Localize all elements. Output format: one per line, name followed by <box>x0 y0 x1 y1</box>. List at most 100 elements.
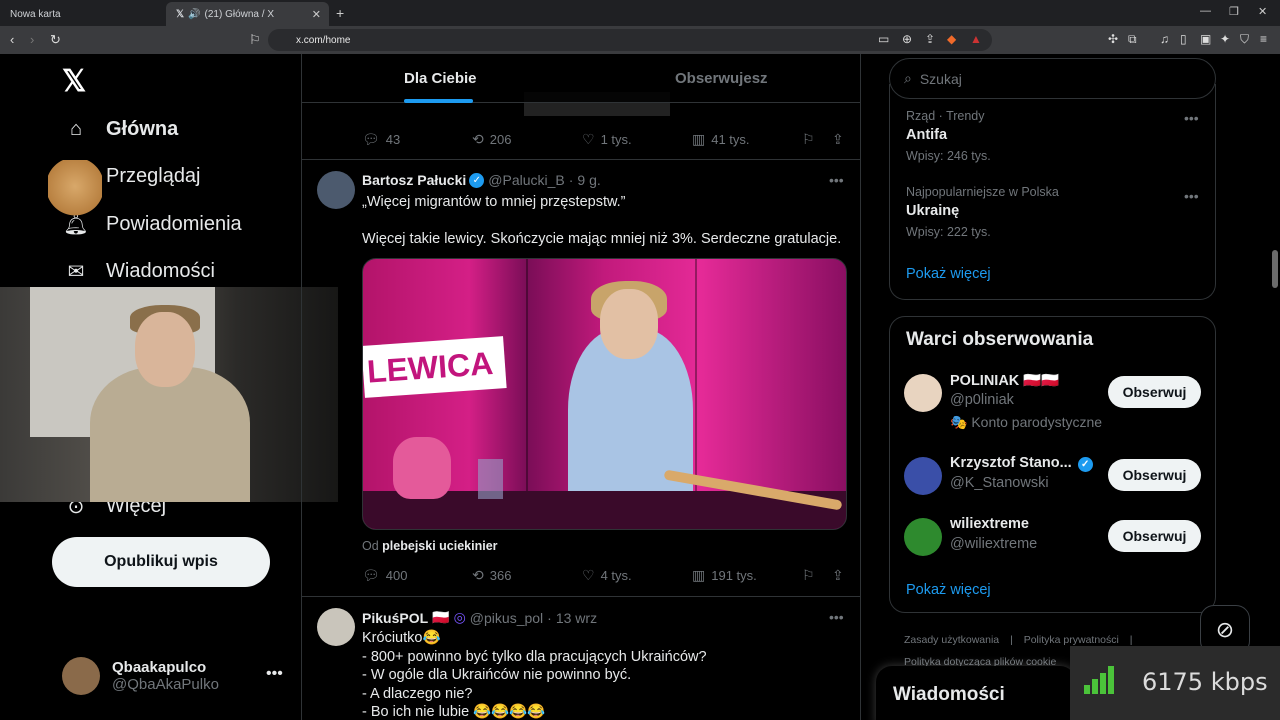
footer-links: Zasady użytkowania | Polityka prywatnośc… <box>904 634 1141 646</box>
screenshot-icon[interactable]: ⧉ <box>1128 32 1137 47</box>
tweet-text-line: - A dlaczego nie? <box>362 686 473 702</box>
views-button[interactable]: ▥ 191 tys. <box>692 567 802 584</box>
follow-button[interactable]: Obserwuj <box>1108 520 1201 552</box>
tweet-time[interactable]: 13 wrz <box>556 610 597 626</box>
signal-bars-icon <box>1084 666 1116 694</box>
zoom-icon[interactable]: ⊕ <box>902 32 912 46</box>
bookmark-button[interactable]: ⚐ <box>802 131 832 148</box>
follow-suggestion[interactable]: Krzysztof Stano... ✓ @K_Stanowski Obserwu… <box>904 455 1204 501</box>
nav-item-messages[interactable]: ✉ Wiadomości <box>62 259 215 284</box>
minimize-icon[interactable]: — <box>1200 5 1211 17</box>
tab-following[interactable]: Obserwujesz <box>675 70 768 87</box>
trend-item[interactable]: Najpopularniejsze w Polska Ukrainę Wpisy… <box>906 185 1059 239</box>
repost-button[interactable]: ⟲ 366 <box>472 567 582 584</box>
share-icon[interactable]: ⇪ <box>925 32 935 46</box>
reply-count: 43 <box>385 132 401 147</box>
tweet-header: Bartosz Pałucki ✓ @Palucki_B · 9 g. <box>362 172 601 188</box>
bitrate-overlay: 6175 kbps <box>1070 646 1280 720</box>
browser-tab-x[interactable]: 𝕏 🔊 (21) Główna / X ✕ <box>166 2 329 26</box>
avatar <box>904 374 942 412</box>
vpn-icon[interactable]: ⛉ <box>1240 32 1249 47</box>
follow-show-more-link[interactable]: Pokaż więcej <box>906 582 991 598</box>
browser-tab-new[interactable]: Nowa karta <box>0 2 165 26</box>
follow-suggestion[interactable]: wiliextreme @wiliextreme Obserwuj <box>904 516 1204 562</box>
cast-icon[interactable]: ▭ <box>878 32 889 46</box>
author-handle[interactable]: @pikus_pol <box>470 610 543 626</box>
leo-ai-icon[interactable]: ✦ <box>1220 32 1230 46</box>
post-button[interactable]: Opublikuj wpis <box>52 537 270 587</box>
trend-item[interactable]: Rząd · Trendy Antifa Wpisy: 246 tys. <box>906 109 991 163</box>
tweet-video[interactable]: LEWICA <box>362 258 847 530</box>
footer-link[interactable]: Polityka prywatności <box>1024 634 1119 646</box>
tweet-time[interactable]: 9 g. <box>577 172 600 188</box>
tab-for-you[interactable]: Dla Ciebie <box>404 70 477 87</box>
account-switcher[interactable]: Qbaakapulco @QbaAkaPulko ••• <box>62 657 283 695</box>
reply-button[interactable]: 💬︎ 400 <box>362 567 472 584</box>
views-button[interactable]: ▥ 41 tys. <box>692 131 802 148</box>
brave-shield-icon[interactable]: ◆ <box>947 32 956 46</box>
bookmark-page-icon[interactable]: ⚐ <box>249 32 261 48</box>
search-input[interactable]: ⌕ Szukaj <box>889 58 1216 99</box>
glass <box>478 459 503 499</box>
sidebar-icon[interactable]: ▯ <box>1180 32 1187 46</box>
extensions-icon[interactable]: ✣ <box>1108 32 1118 46</box>
avatar[interactable] <box>317 608 355 646</box>
restore-icon[interactable]: ❐ <box>1229 5 1239 18</box>
reload-icon[interactable]: ↻ <box>50 32 61 48</box>
verified-badge-icon: ✓ <box>469 172 485 188</box>
messages-drawer[interactable]: Wiadomości <box>876 666 1076 720</box>
source-name[interactable]: plebejski uciekinier <box>382 539 497 553</box>
author-name[interactable]: PikuśPOL <box>362 610 428 626</box>
menu-icon[interactable]: ≡ <box>1260 32 1267 46</box>
nav-label: Główna <box>106 118 179 140</box>
footer-link[interactable]: Zasady użytkowania <box>904 634 999 646</box>
wallet-icon[interactable]: ▣ <box>1200 32 1211 46</box>
nav-item-home[interactable]: ⌂ Główna <box>62 118 178 141</box>
follow-suggestion[interactable]: POLINIAK 🇵🇱🇵🇱 @p0liniak 🎭 Konto parodyst… <box>904 372 1204 430</box>
media-icon[interactable]: ♫ <box>1160 32 1169 46</box>
follow-button[interactable]: Obserwuj <box>1108 376 1201 408</box>
speaker-head <box>600 289 658 359</box>
url-text: x.com/home <box>296 34 351 46</box>
repost-button[interactable]: ⟲ 206 <box>472 131 582 148</box>
footer-separator: | <box>1010 634 1013 646</box>
back-icon[interactable]: ‹ <box>10 32 14 47</box>
author-name[interactable]: Bartosz Pałucki <box>362 172 466 188</box>
tab-title: (21) Główna / X <box>204 8 274 20</box>
new-tab-icon[interactable]: + <box>336 5 344 21</box>
share-button[interactable]: ⇪ <box>832 567 860 584</box>
tweet-text-line: „Więcej migrantów to mniej przęstepstw.” <box>362 194 626 210</box>
bookmark-button[interactable]: ⚐ <box>802 567 832 584</box>
like-button[interactable]: ♡ 4 tys. <box>582 567 692 584</box>
follow-button[interactable]: Obserwuj <box>1108 459 1201 491</box>
x-logo-icon[interactable]: 𝕏 <box>62 64 86 99</box>
close-tab-icon[interactable]: ✕ <box>312 8 321 21</box>
trends-show-more-link[interactable]: Pokaż więcej <box>906 266 991 282</box>
like-button[interactable]: ♡ 1 tys. <box>582 131 692 148</box>
trend-more-icon[interactable]: ••• <box>1184 110 1199 126</box>
rewards-icon[interactable]: ▲ <box>970 32 982 46</box>
tweet-more-icon[interactable]: ••• <box>829 609 844 625</box>
avatar[interactable] <box>317 171 355 209</box>
more-dots-icon[interactable]: ••• <box>266 665 283 683</box>
trend-more-icon[interactable]: ••• <box>1184 188 1199 204</box>
tweet-actions: 💬︎ 43 ⟲ 206 ♡ 1 tys. ▥ 41 tys. ⚐ ⇪ <box>362 131 860 148</box>
forward-icon[interactable]: › <box>30 32 34 47</box>
kettlebell <box>393 437 451 499</box>
video-source: Od plebejski uciekinier <box>362 539 498 553</box>
author-handle[interactable]: @Palucki_B <box>488 172 564 188</box>
tweet-more-icon[interactable]: ••• <box>829 172 844 188</box>
reply-button[interactable]: 💬︎ 43 <box>362 131 472 148</box>
page-scrollbar[interactable] <box>1272 250 1278 288</box>
x-favicon-icon: 𝕏 <box>176 8 185 20</box>
set-panel <box>526 259 528 529</box>
search-placeholder: Szukaj <box>919 70 962 87</box>
trend-category: Najpopularniejsze w Polska <box>906 185 1059 199</box>
sign-text: LEWICA <box>365 344 495 390</box>
verified-badge-icon: ✓ <box>1077 457 1093 472</box>
account-name: Krzysztof Stano... <box>950 455 1072 471</box>
close-window-icon[interactable]: ✕ <box>1258 5 1267 18</box>
like-count: 1 tys. <box>600 132 632 147</box>
bookmark-icon: ⚐ <box>802 567 815 583</box>
share-button[interactable]: ⇪ <box>832 131 860 148</box>
